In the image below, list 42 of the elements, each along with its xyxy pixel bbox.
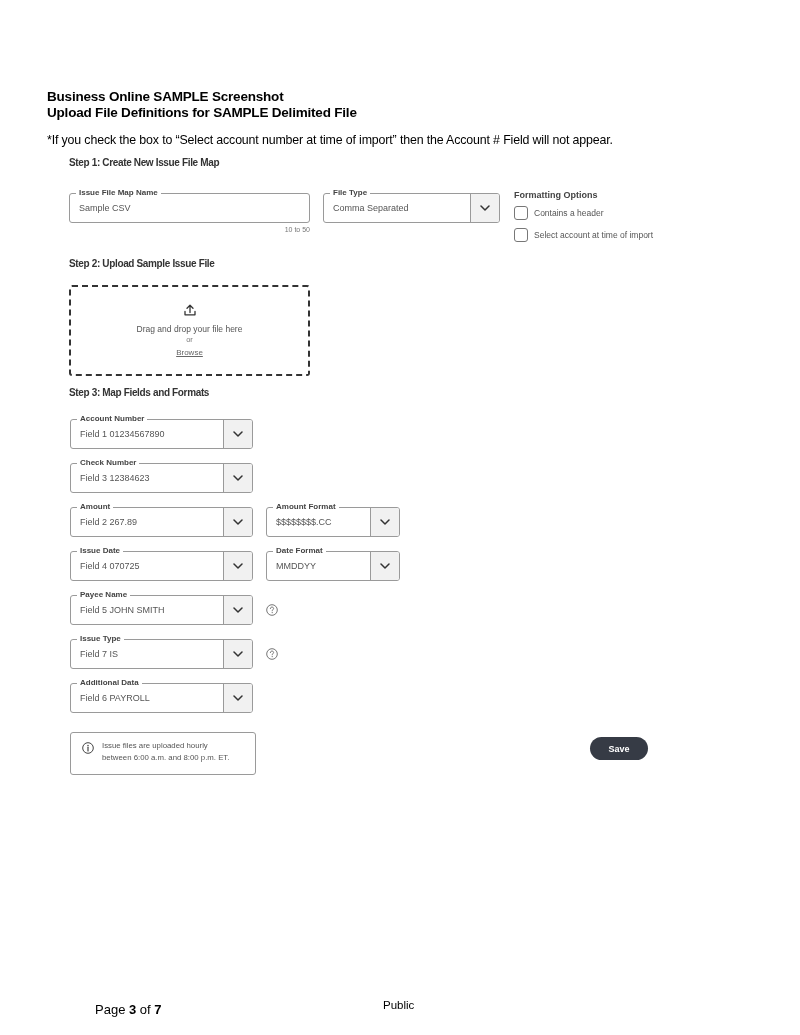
chevron-down-icon	[380, 563, 390, 569]
chevron-down-icon	[233, 563, 243, 569]
save-button[interactable]: Save	[590, 737, 648, 760]
dropdown-button[interactable]	[470, 194, 499, 222]
section-label: Formatting Options	[514, 190, 598, 201]
classification-label: Public	[383, 998, 415, 1012]
drop-prompt: Drag and drop your file here	[136, 324, 243, 335]
chevron-down-icon	[380, 519, 390, 525]
step-heading: Step 1: Create New Issue File Map	[69, 157, 220, 169]
step-heading: Step 3: Map Fields and Formats	[69, 387, 210, 399]
dropdown-button[interactable]	[223, 464, 252, 492]
checkbox[interactable]	[514, 206, 528, 220]
field-label: File Type	[330, 187, 371, 199]
chevron-down-icon	[233, 431, 243, 437]
dropdown-button[interactable]	[223, 508, 252, 536]
checkbox-label: Select account at time of import	[534, 230, 654, 240]
checkbox[interactable]	[514, 228, 528, 242]
dropdown-button[interactable]	[223, 596, 252, 624]
upload-icon	[183, 304, 196, 316]
chevron-down-icon	[233, 607, 243, 613]
chevron-down-icon	[233, 519, 243, 525]
document-title: Upload File Definitions for SAMPLE Delimited File	[47, 105, 357, 121]
checkbox-label: Contains a header	[534, 208, 604, 218]
field-label: Issue Type	[77, 633, 124, 645]
field-label: Payee Name	[77, 589, 131, 601]
chevron-down-icon	[480, 205, 490, 211]
info-icon	[82, 742, 94, 754]
dropdown-button[interactable]	[223, 640, 252, 668]
chevron-down-icon	[233, 695, 243, 701]
dropdown-button[interactable]	[223, 552, 252, 580]
step-heading: Step 2: Upload Sample Issue File	[69, 258, 215, 270]
chevron-down-icon	[233, 651, 243, 657]
dropdown-button[interactable]	[223, 420, 252, 448]
document-title: Business Online SAMPLE Screenshot	[47, 89, 284, 105]
field-label: Issue File Map Name	[76, 187, 161, 199]
dropdown-button[interactable]	[223, 684, 252, 712]
note-text: *If you check the box to “Select account number at time of import” then the Account # Field will not appear.	[47, 133, 613, 148]
dropdown-button[interactable]	[370, 508, 399, 536]
chevron-down-icon	[233, 475, 243, 481]
browse-link[interactable]: Browse	[176, 348, 203, 358]
dropdown-button[interactable]	[370, 552, 399, 580]
page-number: Page 3 of 7	[95, 1002, 162, 1018]
